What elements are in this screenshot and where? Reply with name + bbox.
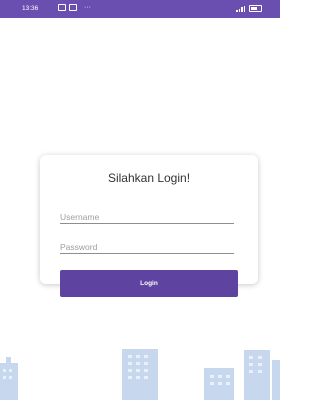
login-form (40, 185, 258, 265)
message-icon (58, 4, 66, 11)
status-bar: 13:36 ··· (0, 0, 280, 18)
image-icon (69, 4, 77, 11)
login-card: Silahkan Login! Login (40, 155, 258, 297)
login-title: Silahkan Login! (107, 171, 191, 185)
password-field-container (60, 237, 234, 255)
password-input[interactable] (60, 239, 234, 255)
status-system-icons (236, 5, 262, 12)
city-buildings-illustration (0, 349, 280, 400)
username-input[interactable] (60, 209, 234, 225)
status-time: 13:36 (22, 5, 39, 12)
overflow-dots-icon: ··· (84, 4, 91, 11)
username-field-container (60, 207, 234, 225)
building-right-tall (244, 350, 270, 400)
signal-icon (236, 5, 245, 12)
status-notification-icons: ··· (58, 4, 91, 11)
building-left (0, 363, 18, 400)
login-button[interactable]: Login (60, 270, 238, 297)
battery-icon (249, 5, 262, 12)
